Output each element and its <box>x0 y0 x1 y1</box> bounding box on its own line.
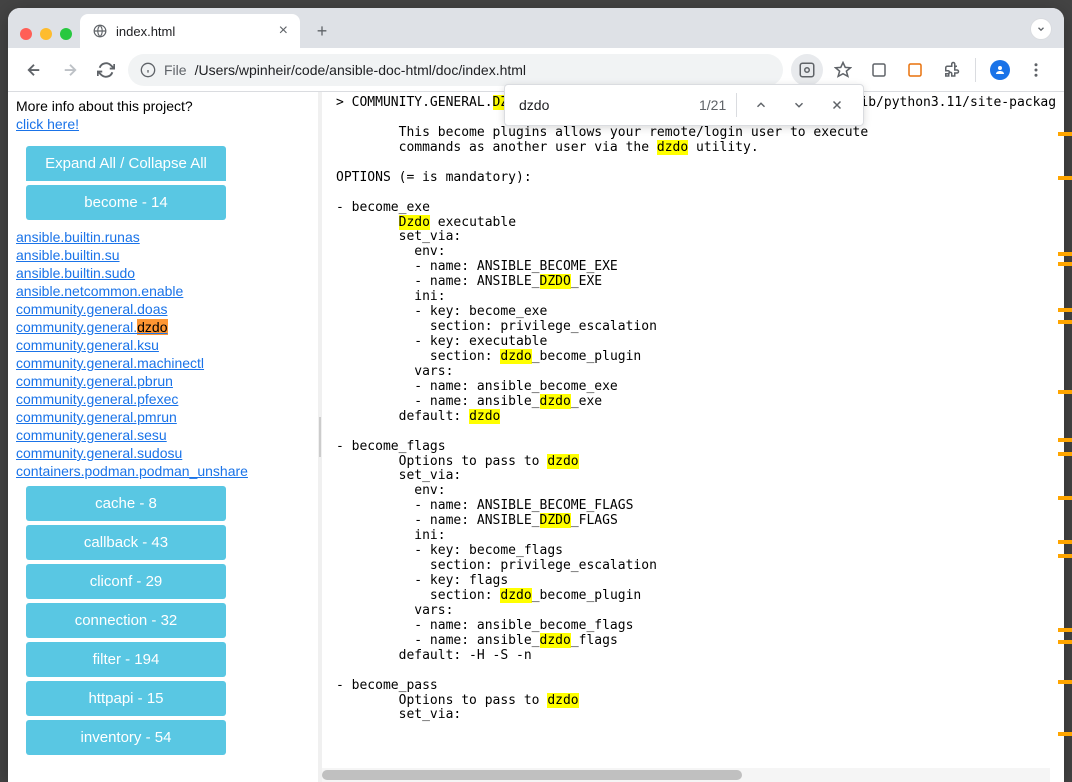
close-tab-icon[interactable]: × <box>279 22 288 40</box>
category-httpapi-button[interactable]: httpapi - 15 <box>26 681 226 716</box>
become-pass: - become_pass <box>336 678 438 693</box>
google-lens-icon[interactable] <box>791 54 823 86</box>
menu-button[interactable] <box>1020 54 1052 86</box>
url-path: /Users/wpinheir/code/ansible-doc-html/do… <box>195 62 526 78</box>
find-next-button[interactable] <box>785 91 813 119</box>
close-window-button[interactable] <box>20 28 32 40</box>
url-scheme: File <box>164 62 187 78</box>
category-filter-button[interactable]: filter - 194 <box>26 642 226 677</box>
main-content: > COMMUNITY.GENERAL.DZDO (/Users/wpinhei… <box>322 92 1064 782</box>
new-tab-button[interactable]: + <box>308 17 336 45</box>
content-area: More info about this project? click here… <box>8 92 1064 782</box>
forward-button[interactable] <box>56 56 84 84</box>
sidebar-item-doas[interactable]: community.general.doas <box>16 300 310 318</box>
window-controls <box>20 28 80 48</box>
address-bar[interactable]: File /Users/wpinheir/code/ansible-doc-ht… <box>128 54 783 86</box>
doc-desc-2a: commands as another user via the <box>336 140 657 155</box>
category-callback-button[interactable]: callback - 43 <box>26 525 226 560</box>
find-input[interactable] <box>519 97 689 113</box>
sidebar-item-dzdo[interactable]: community.general.dzdo <box>16 318 310 336</box>
sidebar-item-pmrun[interactable]: community.general.pmrun <box>16 408 310 426</box>
sidebar-item-runas[interactable]: ansible.builtin.runas <box>16 228 310 246</box>
sidebar-item-pfexec[interactable]: community.general.pfexec <box>16 390 310 408</box>
sidebar-item-machinectl[interactable]: community.general.machinectl <box>16 354 310 372</box>
extension-icon-2[interactable] <box>899 54 931 86</box>
profile-avatar-icon <box>990 60 1010 80</box>
category-cache-button[interactable]: cache - 8 <box>26 486 226 521</box>
horizontal-scrollbar[interactable] <box>322 768 1050 782</box>
profile-button[interactable] <box>984 54 1016 86</box>
category-connection-button[interactable]: connection - 32 <box>26 603 226 638</box>
scrollbar-find-marks <box>1058 84 1072 782</box>
tabs-dropdown-button[interactable] <box>1030 18 1052 40</box>
toolbar-actions <box>791 54 1052 86</box>
sidebar-item-ksu[interactable]: community.general.ksu <box>16 336 310 354</box>
extensions-icon[interactable] <box>935 54 967 86</box>
toolbar-separator <box>975 58 976 82</box>
maximize-window-button[interactable] <box>60 28 72 40</box>
category-inventory-button[interactable]: inventory - 54 <box>26 720 226 755</box>
sidebar-item-sudosu[interactable]: community.general.sudosu <box>16 444 310 462</box>
sidebar-info-text: More info about this project? <box>16 98 310 114</box>
category-become-button[interactable]: become - 14 <box>26 185 226 220</box>
find-in-page-bar: 1/21 <box>504 84 864 126</box>
find-close-button[interactable] <box>823 91 851 119</box>
sidebar-item-su[interactable]: ansible.builtin.su <box>16 246 310 264</box>
become-exe: - become_exe <box>336 200 430 215</box>
doc-desc-2b: utility. <box>688 140 758 155</box>
doc-header-prefix: > COMMUNITY.GENERAL. <box>336 95 493 110</box>
doc-desc-hl: dzdo <box>657 140 688 155</box>
tab-bar: index.html × + <box>8 8 1064 48</box>
extension-icon-1[interactable] <box>863 54 895 86</box>
become-flags: - become_flags <box>336 439 446 454</box>
sidebar-item-podman[interactable]: containers.podman.podman_unshare <box>16 462 310 480</box>
sidebar-item-sesu[interactable]: community.general.sesu <box>16 426 310 444</box>
scrollbar-thumb[interactable] <box>322 770 742 780</box>
find-separator <box>736 93 737 117</box>
reload-button[interactable] <box>92 56 120 84</box>
find-count: 1/21 <box>699 97 726 113</box>
sidebar-item-enable[interactable]: ansible.netcommon.enable <box>16 282 310 300</box>
find-prev-button[interactable] <box>747 91 775 119</box>
minimize-window-button[interactable] <box>40 28 52 40</box>
globe-icon <box>92 23 108 39</box>
bookmark-icon[interactable] <box>827 54 859 86</box>
sidebar-plugin-list: ansible.builtin.runas ansible.builtin.su… <box>16 228 310 480</box>
tab-title: index.html <box>116 24 175 39</box>
expand-collapse-button[interactable]: Expand All / Collapse All <box>26 146 226 181</box>
back-button[interactable] <box>20 56 48 84</box>
options-header: OPTIONS (= is mandatory): <box>336 170 532 185</box>
sidebar-item-sudo[interactable]: ansible.builtin.sudo <box>16 264 310 282</box>
sidebar-item-pbrun[interactable]: community.general.pbrun <box>16 372 310 390</box>
doc-desc-1: This become plugins allows your remote/l… <box>336 125 868 140</box>
click-here-link[interactable]: click here! <box>16 116 310 132</box>
sidebar: More info about this project? click here… <box>8 92 318 782</box>
category-cliconf-button[interactable]: cliconf - 29 <box>26 564 226 599</box>
info-icon <box>140 62 156 78</box>
browser-tab[interactable]: index.html × <box>80 14 300 48</box>
